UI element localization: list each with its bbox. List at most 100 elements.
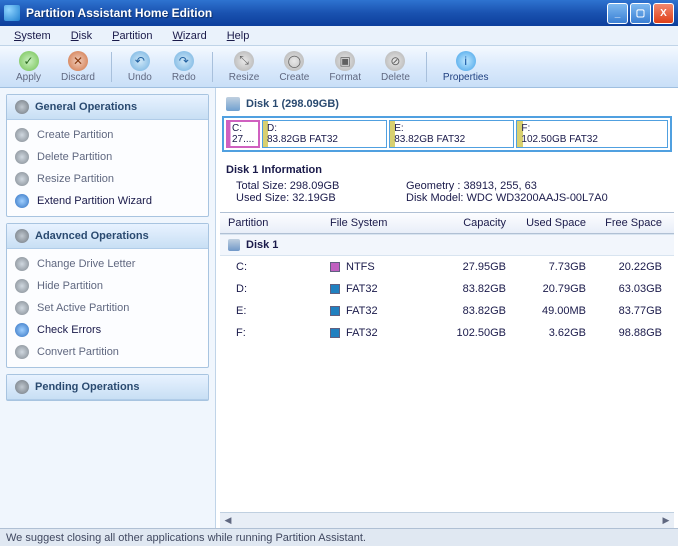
cell-partition: D:	[220, 283, 330, 295]
disk-icon	[15, 128, 29, 142]
panel-header-advanced[interactable]: Adavnced Operations	[7, 224, 208, 249]
cell-partition: C:	[220, 261, 330, 273]
eye-icon	[15, 279, 29, 293]
redo-icon: ↷	[174, 51, 194, 71]
table-row[interactable]: E:FAT3283.82GB49.00MB83.77GB	[220, 300, 674, 322]
x-icon: ✕	[68, 51, 88, 71]
app-icon	[4, 5, 20, 21]
sidebar-item-change-letter[interactable]: Change Drive Letter	[7, 253, 208, 275]
col-header-used[interactable]: Used Space	[506, 217, 586, 229]
partition-block-e[interactable]: E:83.82GB FAT32	[389, 120, 514, 148]
create-icon: ◯	[284, 51, 304, 71]
cell-filesystem: FAT32	[330, 283, 426, 295]
panel-header-pending[interactable]: Pending Operations	[7, 375, 208, 400]
table-row[interactable]: D:FAT3283.82GB20.79GB63.03GB	[220, 278, 674, 300]
panel-advanced: Adavnced Operations Change Drive Letter …	[6, 223, 209, 368]
disk-header: Disk 1 (298.09GB)	[220, 94, 674, 114]
menu-disk[interactable]: Disk	[61, 28, 102, 44]
horizontal-scrollbar[interactable]: ◀ ▶	[220, 512, 674, 528]
cell-capacity: 83.82GB	[426, 305, 506, 317]
maximize-button[interactable]: ▢	[630, 3, 651, 24]
clock-icon	[15, 380, 29, 394]
col-header-free[interactable]: Free Space	[586, 217, 666, 229]
disk-map: C:27.... D:83.82GB FAT32 E:83.82GB FAT32…	[222, 116, 672, 152]
cell-free: 63.03GB	[586, 283, 666, 295]
titlebar: Partition Assistant Home Edition _ ▢ X	[0, 0, 678, 26]
resize-button[interactable]: ⤡Resize	[219, 49, 270, 85]
cell-capacity: 83.82GB	[426, 283, 506, 295]
panel-header-general[interactable]: General Operations	[7, 95, 208, 120]
disk-geometry: Geometry : 38913, 255, 63	[406, 180, 668, 192]
delete-button[interactable]: ⊘Delete	[371, 49, 420, 85]
scroll-left-icon[interactable]: ◀	[220, 515, 236, 526]
sidebar-item-create-partition[interactable]: Create Partition	[7, 124, 208, 146]
scroll-right-icon[interactable]: ▶	[658, 515, 674, 526]
partition-block-c[interactable]: C:27....	[226, 120, 260, 148]
resize-icon: ⤡	[234, 51, 254, 71]
sidebar-item-resize-partition[interactable]: Resize Partition	[7, 168, 208, 190]
delete-icon: ⊘	[385, 51, 405, 71]
col-header-filesystem[interactable]: File System	[330, 217, 426, 229]
panel-general: General Operations Create Partition Dele…	[6, 94, 209, 217]
disk-icon	[15, 172, 29, 186]
convert-icon	[15, 345, 29, 359]
cell-free: 98.88GB	[586, 327, 666, 339]
sidebar-item-extend-wizard[interactable]: Extend Partition Wizard	[7, 190, 208, 212]
statusbar: We suggest closing all other application…	[0, 528, 678, 546]
menu-partition[interactable]: Partition	[102, 28, 162, 44]
sidebar: General Operations Create Partition Dele…	[0, 88, 216, 528]
toolbar: ✓Apply ✕Discard ↶Undo ↷Redo ⤡Resize ◯Cre…	[0, 46, 678, 88]
table-disk-row[interactable]: Disk 1	[220, 234, 674, 256]
sidebar-item-set-active[interactable]: Set Active Partition	[7, 297, 208, 319]
disk-info-title: Disk 1 Information	[226, 164, 668, 176]
disk-icon	[226, 97, 240, 111]
cell-used: 20.79GB	[506, 283, 586, 295]
sidebar-item-hide-partition[interactable]: Hide Partition	[7, 275, 208, 297]
content: Disk 1 (298.09GB) C:27.... D:83.82GB FAT…	[216, 88, 678, 528]
table-body: Disk 1 C:NTFS27.95GB7.73GB20.22GBD:FAT32…	[220, 234, 674, 512]
disk-icon	[15, 150, 29, 164]
menu-wizard[interactable]: Wizard	[162, 28, 216, 44]
sidebar-item-check-errors[interactable]: Check Errors	[7, 319, 208, 341]
wrench-icon	[15, 100, 29, 114]
wrench-icon	[15, 229, 29, 243]
disk-used-size: Used Size: 32.19GB	[226, 192, 406, 204]
redo-button[interactable]: ↷Redo	[162, 49, 206, 85]
col-header-partition[interactable]: Partition	[220, 217, 330, 229]
window-title: Partition Assistant Home Edition	[26, 6, 605, 20]
partition-block-d[interactable]: D:83.82GB FAT32	[262, 120, 387, 148]
disk-icon	[228, 239, 240, 251]
cell-free: 20.22GB	[586, 261, 666, 273]
cell-partition: E:	[220, 305, 330, 317]
format-icon: ▣	[335, 51, 355, 71]
cell-used: 3.62GB	[506, 327, 586, 339]
cell-capacity: 27.95GB	[426, 261, 506, 273]
sidebar-item-delete-partition[interactable]: Delete Partition	[7, 146, 208, 168]
discard-button[interactable]: ✕Discard	[51, 49, 105, 85]
disk-total-size: Total Size: 298.09GB	[226, 180, 406, 192]
cell-capacity: 102.50GB	[426, 327, 506, 339]
apply-button[interactable]: ✓Apply	[6, 49, 51, 85]
sidebar-item-convert-partition[interactable]: Convert Partition	[7, 341, 208, 363]
table-row[interactable]: F:FAT32102.50GB3.62GB98.88GB	[220, 322, 674, 344]
create-button[interactable]: ◯Create	[269, 49, 319, 85]
menubar: System Disk Partition Wizard Help	[0, 26, 678, 46]
table-row[interactable]: C:NTFS27.95GB7.73GB20.22GB	[220, 256, 674, 278]
cell-filesystem: FAT32	[330, 327, 426, 339]
close-button[interactable]: X	[653, 3, 674, 24]
undo-button[interactable]: ↶Undo	[118, 49, 162, 85]
info-icon: i	[456, 51, 476, 71]
col-header-capacity[interactable]: Capacity	[426, 217, 506, 229]
checkmark-icon: ✓	[19, 51, 39, 71]
partition-block-f[interactable]: F:102.50GB FAT32	[516, 120, 668, 148]
format-button[interactable]: ▣Format	[319, 49, 371, 85]
separator	[426, 52, 427, 82]
menu-system[interactable]: System	[4, 28, 61, 44]
fs-color-icon	[330, 284, 340, 294]
status-text: We suggest closing all other application…	[6, 532, 366, 544]
properties-button[interactable]: iProperties	[433, 49, 499, 85]
cell-partition: F:	[220, 327, 330, 339]
minimize-button[interactable]: _	[607, 3, 628, 24]
menu-help[interactable]: Help	[217, 28, 260, 44]
disk-model: Disk Model: WDC WD3200AAJS-00L7A0	[406, 192, 668, 204]
